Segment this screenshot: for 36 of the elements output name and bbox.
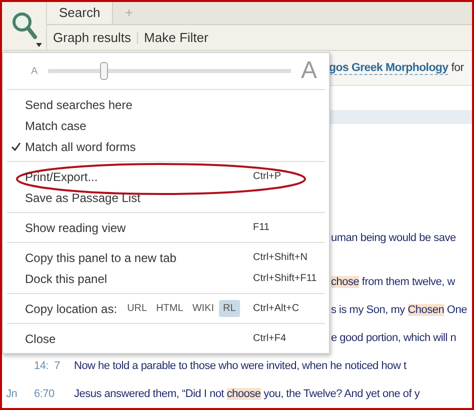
menu-item[interactable]: Print/Export... Ctrl+P: [7, 166, 325, 187]
menu-item[interactable]: Send searches here: [7, 94, 325, 115]
shortcut-text: Ctrl+Shift+N: [253, 252, 308, 263]
caret-icon[interactable]: [36, 43, 42, 47]
shortcut-text: Ctrl+P: [253, 171, 282, 182]
menu-item[interactable]: Close Ctrl+F4: [7, 328, 325, 349]
menu-item[interactable]: Copy location as: URL HTML WIKI RL Ctrl+Alt+C: [7, 298, 325, 319]
toolbar-button[interactable]: Make Filter: [144, 30, 208, 45]
menu-item[interactable]: Dock this panel Ctrl+Shift+F11: [7, 268, 325, 289]
query-text: for: [451, 62, 464, 74]
shortcut-text: Ctrl+Alt+C: [253, 303, 300, 314]
verse-text: s is my Son, my Chosen One: [331, 304, 467, 316]
verse-text: Now he told a parable to those who were invited, when he noticed how t: [74, 360, 406, 372]
slider-thumb[interactable]: [100, 62, 108, 80]
large-font-label: A: [300, 57, 317, 85]
shortcut-text: F11: [253, 222, 270, 233]
verse-text: uman being would be save: [331, 232, 456, 244]
small-font-label: A: [31, 66, 38, 76]
shortcut-text: Ctrl+F4: [253, 333, 288, 344]
menu-item[interactable]: Copy this panel to a new tab Ctrl+Shift+N: [7, 247, 325, 268]
format-option[interactable]: HTML: [152, 300, 188, 317]
menu-item[interactable]: Match case: [7, 115, 325, 136]
shortcut-text: Ctrl+Shift+F11: [253, 273, 318, 284]
menu-item[interactable]: Match all word forms: [7, 136, 325, 157]
format-option[interactable]: URL: [123, 300, 152, 317]
menu-item[interactable]: Save as Passage List: [7, 187, 325, 208]
menu-item[interactable]: Show reading view F11: [7, 217, 325, 238]
tab[interactable]: Search: [47, 2, 114, 24]
verse-text: Jesus answered them, “Did I not choose you, the Twelve? And yet one of y: [74, 388, 420, 400]
verse-text: e good portion, which will n: [331, 332, 456, 344]
book-label: Jn: [6, 388, 18, 400]
format-option[interactable]: RL: [218, 300, 240, 317]
toolbar-button[interactable]: Graph results: [53, 30, 132, 45]
verse-text: chose from them twelve, w: [331, 276, 455, 288]
search-icon[interactable]: [11, 11, 37, 41]
format-option[interactable]: WIKI: [188, 300, 218, 317]
